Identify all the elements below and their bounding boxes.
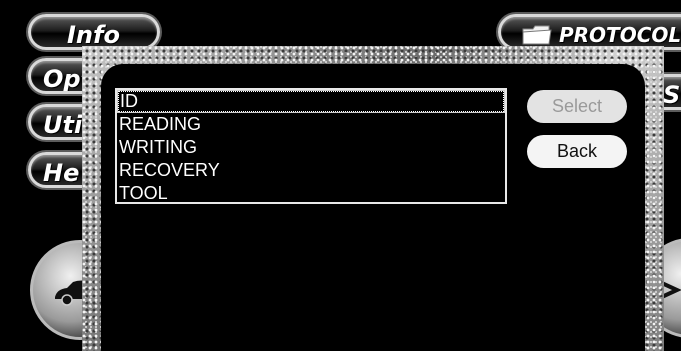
list-item-tool[interactable]: TOOL: [117, 182, 505, 205]
list-item-writing[interactable]: WRITING: [117, 136, 505, 159]
dialog-frame: ID READING WRITING RECOVERY TOOL Select …: [82, 46, 664, 351]
utilities-button-label: Uti: [43, 111, 83, 139]
back-button[interactable]: Back: [527, 135, 627, 168]
app-window: Info Opt Uti He PROTOCOLS S ID: [0, 0, 681, 351]
dialog: ID READING WRITING RECOVERY TOOL Select …: [101, 64, 645, 351]
protocols-button[interactable]: PROTOCOLS: [498, 14, 681, 50]
help-button-label: He: [43, 159, 80, 187]
info-button[interactable]: Info: [28, 14, 160, 50]
list-item-recovery[interactable]: RECOVERY: [117, 159, 505, 182]
list-item-reading[interactable]: READING: [117, 113, 505, 136]
option-listbox[interactable]: ID READING WRITING RECOVERY TOOL: [115, 88, 507, 204]
list-item-id[interactable]: ID: [117, 90, 505, 113]
select-button[interactable]: Select: [527, 90, 627, 123]
folder-icon: [522, 25, 552, 45]
